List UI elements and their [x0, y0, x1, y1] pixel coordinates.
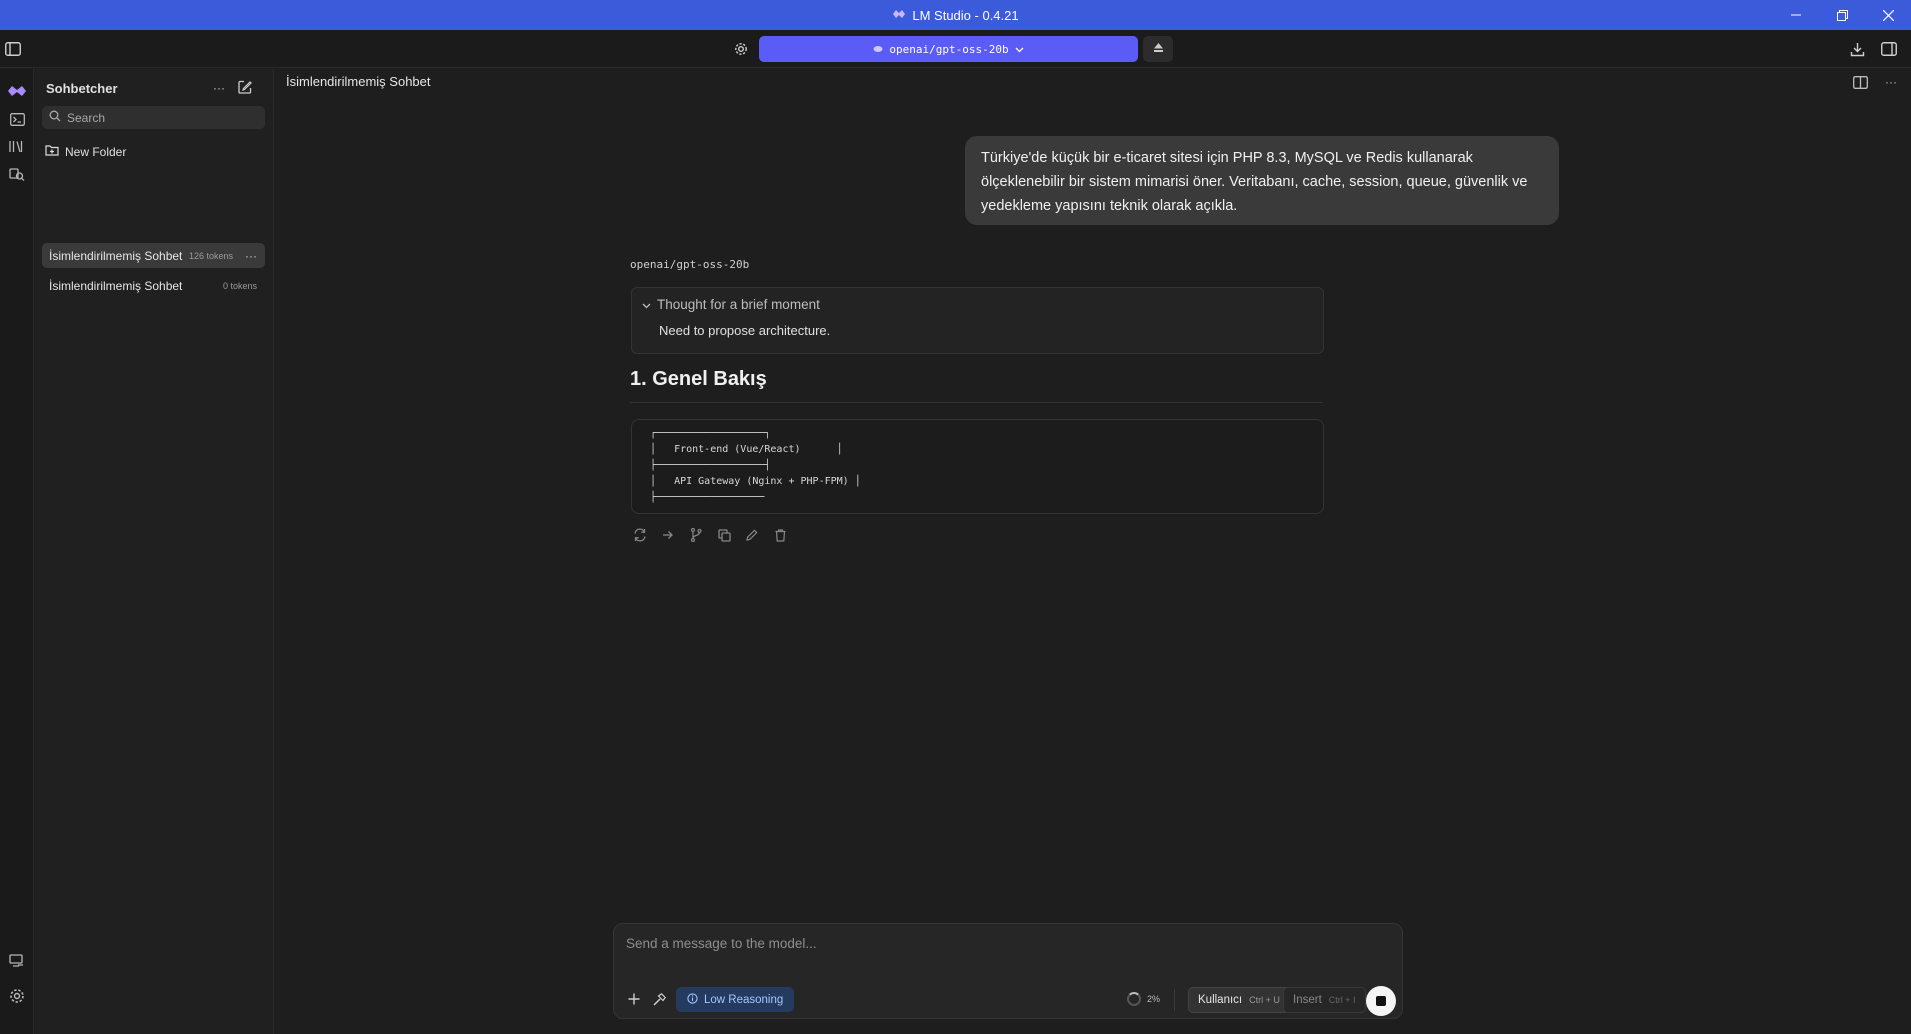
code-line: │ API Gateway (Nginx + PHP-FPM) │ [650, 476, 861, 487]
title-bar: LM Studio - 0.4.21 [0, 0, 1911, 30]
continue-arrow-icon[interactable] [659, 526, 677, 544]
thought-header-label: Thought for a brief moment [657, 297, 820, 312]
new-folder-button[interactable]: New Folder [45, 144, 126, 159]
lm-studio-logo-icon [892, 8, 906, 23]
sidebar-title: Sohbetcher [46, 81, 118, 96]
settings-gear-icon[interactable] [730, 38, 752, 60]
reasoning-level-label: Low Reasoning [704, 993, 784, 1006]
folder-plus-icon [45, 144, 59, 159]
model-selector-button[interactable]: openai/gpt-oss-20b [759, 36, 1138, 62]
copy-icon[interactable] [715, 526, 733, 544]
context-usage-indicator[interactable]: 2% [1127, 992, 1160, 1006]
server-status-icon[interactable] [4, 948, 30, 974]
message-composer: Low Reasoning 2% Kullanıcı Ctrl + U Inse… [613, 923, 1403, 1019]
regenerate-icon[interactable] [631, 526, 649, 544]
message-actions [631, 526, 789, 544]
branch-icon[interactable] [687, 526, 705, 544]
search-icon [49, 109, 61, 127]
minimize-button[interactable] [1773, 0, 1819, 30]
response-heading: 1. Genel Bakış [630, 368, 767, 390]
role-label: Kullanıcı [1198, 994, 1243, 1006]
new-folder-label: New Folder [65, 144, 127, 159]
code-block: ┌──────────────────┐ │ Front-end (Vue/Re… [631, 419, 1324, 514]
code-line: ├────────────────── [650, 492, 765, 503]
toggle-right-panel-icon[interactable] [1878, 38, 1900, 60]
chat-item-name: İsimlendirilmemiş Sohbet [49, 248, 183, 263]
heading-divider [630, 402, 1323, 403]
chat-search-field[interactable] [42, 106, 265, 129]
window-title-text: LM Studio - 0.4.21 [912, 7, 1019, 23]
discover-search-icon[interactable] [4, 161, 30, 187]
developer-terminal-icon[interactable] [4, 106, 30, 132]
download-icon[interactable] [1846, 38, 1868, 60]
new-chat-icon[interactable] [238, 80, 252, 99]
chat-main-panel: İsimlendirilmemiş Sohbet ··· Türkiye'de … [275, 69, 1911, 1034]
attach-plus-icon[interactable] [624, 989, 644, 1009]
code-line: │ Front-end (Vue/React) │ [650, 444, 843, 455]
chat-item-more-icon[interactable]: ··· [245, 249, 257, 263]
insert-button[interactable]: Insert Ctrl + I [1283, 987, 1366, 1013]
thought-body: Need to propose architecture. [659, 323, 831, 338]
insert-shortcut: Ctrl + I [1328, 995, 1356, 1005]
chevron-down-icon [642, 297, 651, 312]
delete-trash-icon[interactable] [771, 526, 789, 544]
code-line: ┌──────────────────┐ [650, 428, 771, 439]
context-ring-icon [1127, 992, 1141, 1006]
message-input[interactable] [626, 936, 1386, 960]
chat-mode-icon[interactable] [4, 78, 30, 104]
split-view-icon[interactable] [1849, 71, 1871, 93]
role-shortcut: Ctrl + U [1249, 995, 1280, 1005]
thought-block[interactable]: Thought for a brief moment Need to propo… [631, 287, 1324, 354]
role-selector-button[interactable]: Kullanıcı Ctrl + U [1188, 987, 1290, 1013]
chat-item-name: İsimlendirilmemiş Sohbet [49, 278, 183, 293]
context-usage-percent: 2% [1147, 994, 1161, 1004]
thought-header[interactable]: Thought for a brief moment [642, 297, 820, 312]
stop-square-icon [1376, 996, 1386, 1006]
close-button[interactable] [1865, 0, 1911, 30]
chevron-down-icon [1015, 43, 1024, 56]
stop-generation-button[interactable] [1366, 986, 1396, 1016]
chat-item-tokens: 0 tokens [223, 280, 258, 291]
my-models-library-icon[interactable] [4, 133, 30, 159]
tools-hammer-icon[interactable] [649, 989, 669, 1009]
user-message-bubble: Türkiye'de küçük bir e-ticaret sitesi iç… [965, 136, 1559, 225]
chats-sidebar: Sohbetcher ··· New Folder İsimlendirilme… [35, 69, 274, 1034]
icon-rail [0, 69, 34, 1034]
toggle-sidebar-icon[interactable] [2, 38, 24, 60]
eject-model-button[interactable] [1143, 36, 1173, 62]
restore-button[interactable] [1819, 0, 1865, 30]
chat-more-options-icon[interactable]: ··· [1880, 71, 1902, 93]
chat-list-item-active[interactable]: İsimlendirilmemiş Sohbet 126 tokens ··· [42, 243, 265, 268]
chat-item-tokens: 126 tokens [189, 250, 234, 261]
eject-icon [1153, 40, 1164, 58]
assistant-model-label: openai/gpt-oss-20b [630, 258, 750, 271]
window-title: LM Studio - 0.4.21 [892, 7, 1019, 23]
chat-title: İsimlendirilmemiş Sohbet [286, 74, 431, 89]
insert-label: Insert [1293, 994, 1322, 1006]
sidebar-more-icon[interactable]: ··· [213, 81, 225, 95]
edit-pencil-icon[interactable] [743, 526, 761, 544]
app-settings-gear-icon[interactable] [4, 983, 30, 1009]
info-icon [687, 992, 698, 1007]
composer-divider [1174, 989, 1175, 1011]
code-line: ├──────────────────┤ [650, 460, 771, 471]
reasoning-level-button[interactable]: Low Reasoning [676, 987, 795, 1012]
chat-search-input[interactable] [67, 110, 247, 125]
model-chip-icon [873, 43, 883, 56]
chat-list-item[interactable]: İsimlendirilmemiş Sohbet 0 tokens [42, 273, 265, 298]
model-selector-label: openai/gpt-oss-20b [889, 42, 1009, 56]
